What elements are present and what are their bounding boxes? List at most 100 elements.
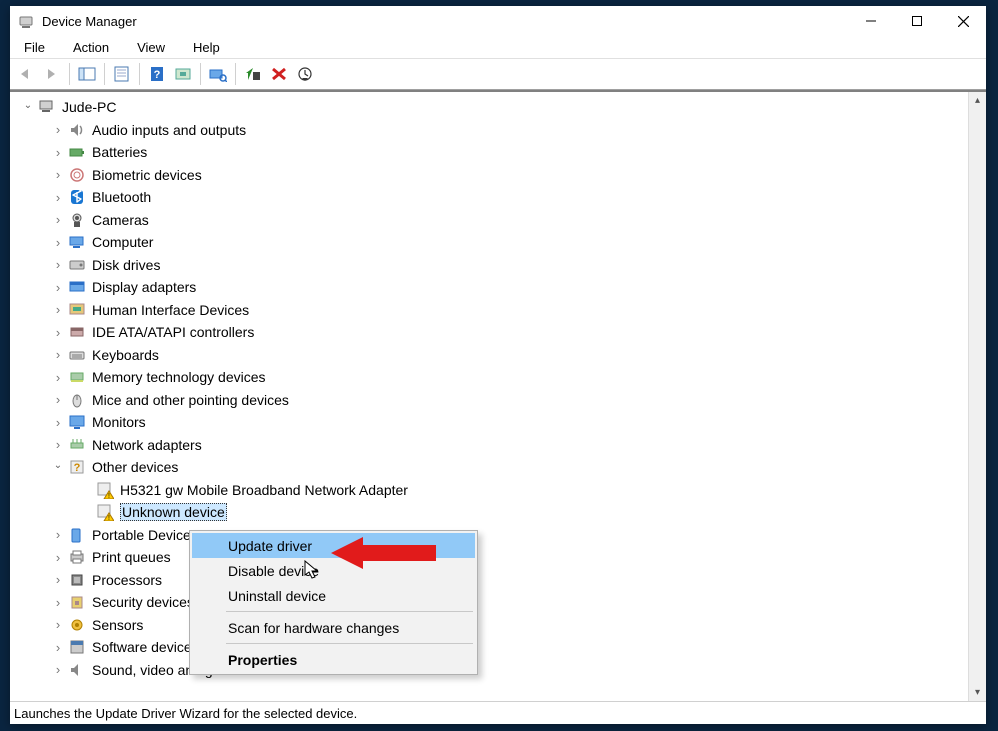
chevron-right-icon[interactable]	[50, 594, 66, 610]
tree-root-label: Jude-PC	[62, 99, 116, 115]
tree-category[interactable]: IDE ATA/ATAPI controllers	[16, 321, 968, 344]
maximize-button[interactable]	[894, 6, 940, 36]
chevron-right-icon[interactable]	[50, 437, 66, 453]
close-button[interactable]	[940, 6, 986, 36]
tree-category[interactable]: Processors	[16, 569, 968, 592]
chevron-right-icon[interactable]	[50, 144, 66, 160]
tree-category[interactable]: Keyboards	[16, 344, 968, 367]
tree-category[interactable]: Portable Devices	[16, 524, 968, 547]
tree-category-other-devices[interactable]: ? Other devices	[16, 456, 968, 479]
chevron-down-icon[interactable]	[20, 99, 36, 115]
tree-device-unknown[interactable]: ! Unknown device	[16, 501, 968, 524]
bluetooth-icon	[68, 188, 86, 206]
portable-icon	[68, 526, 86, 544]
warning-device-icon: !	[96, 503, 114, 521]
keyboard-icon	[68, 346, 86, 364]
chevron-right-icon[interactable]	[50, 549, 66, 565]
help-button[interactable]: ?	[145, 62, 169, 86]
update-driver-toolbar-button[interactable]	[171, 62, 195, 86]
context-menu: Update driver Disable device Uninstall d…	[189, 530, 478, 675]
device-tree[interactable]: Jude-PC Audio inputs and outputs Batteri…	[10, 92, 968, 701]
chevron-right-icon[interactable]	[50, 234, 66, 250]
tree-category[interactable]: Network adapters	[16, 434, 968, 457]
tree-category[interactable]: Sensors	[16, 614, 968, 637]
chevron-right-icon[interactable]	[50, 324, 66, 340]
tree-category[interactable]: Display adapters	[16, 276, 968, 299]
biometric-icon	[68, 166, 86, 184]
tree-category[interactable]: Security devices	[16, 591, 968, 614]
tree-device[interactable]: ! H5321 gw Mobile Broadband Network Adap…	[16, 479, 968, 502]
tree-category[interactable]: Computer	[16, 231, 968, 254]
context-menu-scan-hardware[interactable]: Scan for hardware changes	[192, 615, 475, 640]
tree-category[interactable]: Bluetooth	[16, 186, 968, 209]
context-menu-separator	[226, 611, 473, 612]
chevron-right-icon[interactable]	[50, 122, 66, 138]
tree-category[interactable]: Software devices	[16, 636, 968, 659]
sensor-icon	[68, 616, 86, 634]
ide-icon	[68, 323, 86, 341]
tree-category[interactable]: Memory technology devices	[16, 366, 968, 389]
menu-file[interactable]: File	[20, 38, 49, 57]
show-hide-tree-button[interactable]	[75, 62, 99, 86]
chevron-right-icon[interactable]	[50, 572, 66, 588]
battery-icon	[68, 143, 86, 161]
svg-text:?: ?	[74, 462, 81, 474]
menu-help[interactable]: Help	[189, 38, 224, 57]
tree-category[interactable]: Sound, video and game controllers	[16, 659, 968, 682]
chevron-right-icon[interactable]	[50, 662, 66, 678]
chevron-right-icon[interactable]	[50, 167, 66, 183]
svg-text:?: ?	[154, 69, 161, 81]
disable-device-button[interactable]	[293, 62, 317, 86]
chevron-right-icon[interactable]	[50, 212, 66, 228]
back-button[interactable]	[14, 62, 38, 86]
camera-icon	[68, 211, 86, 229]
chevron-right-icon[interactable]	[50, 392, 66, 408]
memory-icon	[68, 368, 86, 386]
tree-category[interactable]: Monitors	[16, 411, 968, 434]
tree-category[interactable]: Cameras	[16, 209, 968, 232]
context-menu-disable-device[interactable]: Disable device	[192, 558, 475, 583]
tree-category[interactable]: Mice and other pointing devices	[16, 389, 968, 412]
scroll-up-button[interactable]: ▴	[969, 92, 986, 109]
tree-category[interactable]: Human Interface Devices	[16, 299, 968, 322]
chevron-right-icon[interactable]	[50, 527, 66, 543]
context-menu-update-driver[interactable]: Update driver	[192, 533, 475, 558]
tree-category[interactable]: Batteries	[16, 141, 968, 164]
forward-button[interactable]	[40, 62, 64, 86]
security-icon	[68, 593, 86, 611]
properties-button[interactable]	[110, 62, 134, 86]
chevron-right-icon[interactable]	[50, 414, 66, 430]
svg-text:!: !	[108, 493, 110, 499]
context-menu-properties[interactable]: Properties	[192, 647, 475, 672]
tree-category[interactable]: Biometric devices	[16, 164, 968, 187]
chevron-down-icon[interactable]	[50, 459, 66, 475]
uninstall-device-button[interactable]	[267, 62, 291, 86]
tree-root[interactable]: Jude-PC	[16, 96, 968, 119]
tree-category[interactable]: Audio inputs and outputs	[16, 119, 968, 142]
status-bar: Launches the Update Driver Wizard for th…	[10, 701, 986, 724]
menu-bar: File Action View Help	[10, 36, 986, 58]
monitor-icon	[68, 413, 86, 431]
disk-icon	[68, 256, 86, 274]
chevron-right-icon[interactable]	[50, 279, 66, 295]
tree-category[interactable]: Disk drives	[16, 254, 968, 277]
chevron-right-icon[interactable]	[50, 369, 66, 385]
scroll-down-button[interactable]: ▾	[969, 684, 986, 701]
hid-icon	[68, 301, 86, 319]
chevron-right-icon[interactable]	[50, 257, 66, 273]
device-manager-window: Device Manager File Action View Help	[10, 6, 986, 724]
tree-category[interactable]: Print queues	[16, 546, 968, 569]
network-icon	[68, 436, 86, 454]
chevron-right-icon[interactable]	[50, 639, 66, 655]
context-menu-uninstall-device[interactable]: Uninstall device	[192, 583, 475, 608]
chevron-right-icon[interactable]	[50, 617, 66, 633]
chevron-right-icon[interactable]	[50, 189, 66, 205]
scan-hardware-button[interactable]	[206, 62, 230, 86]
menu-action[interactable]: Action	[69, 38, 113, 57]
chevron-right-icon[interactable]	[50, 347, 66, 363]
menu-view[interactable]: View	[133, 38, 169, 57]
enable-device-button[interactable]	[241, 62, 265, 86]
minimize-button[interactable]	[848, 6, 894, 36]
vertical-scrollbar[interactable]: ▴ ▾	[968, 92, 986, 701]
chevron-right-icon[interactable]	[50, 302, 66, 318]
